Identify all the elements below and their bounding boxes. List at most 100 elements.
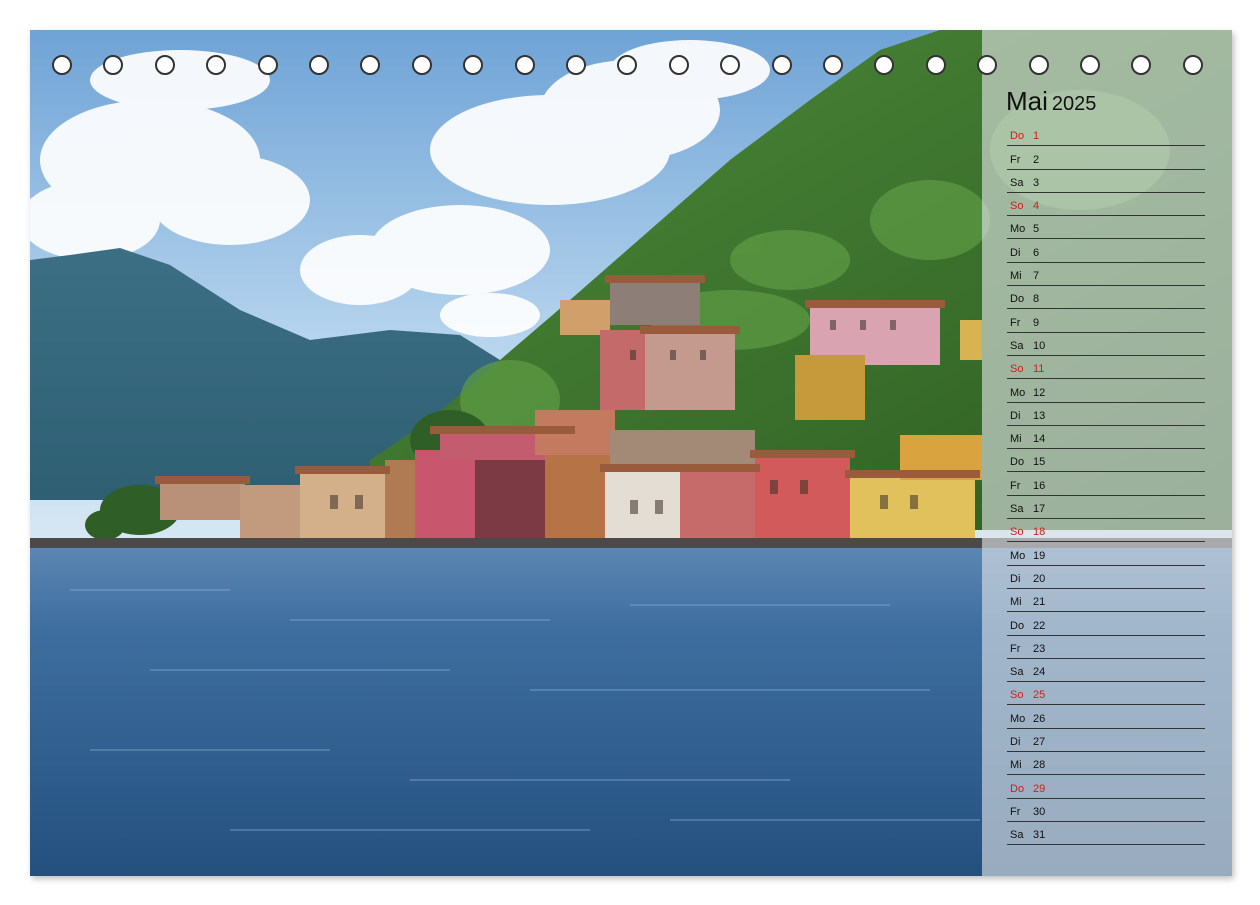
binding-ring xyxy=(1080,55,1100,75)
day-number: 13 xyxy=(1033,409,1046,422)
day-number: 2 xyxy=(1033,153,1040,166)
weekday-label: So xyxy=(1010,689,1024,702)
day-number: 19 xyxy=(1033,549,1046,562)
day-number: 28 xyxy=(1033,759,1046,772)
weekday-label: Di xyxy=(1010,572,1021,585)
day-number: 6 xyxy=(1033,246,1040,259)
day-row: So 11 xyxy=(1007,356,1205,380)
day-row: Do 29 xyxy=(1007,775,1205,799)
binding-ring xyxy=(360,55,381,75)
binding-ring xyxy=(103,55,124,75)
binding-ring xyxy=(617,55,638,75)
weekday-label: Mo xyxy=(1010,223,1026,236)
day-number: 12 xyxy=(1033,386,1046,399)
day-row: Fr 2 xyxy=(1007,146,1205,170)
day-number: 23 xyxy=(1033,642,1046,655)
month-title: Mai 2025 xyxy=(1006,86,1096,117)
calendar-page: Mai 2025 Do 1 Fr 2 Sa 3 So 4 Mo 5 Di 6 Mi 7 Do 8 Fr 9 Sa 10 S… xyxy=(30,30,1232,876)
weekday-label: So xyxy=(1010,526,1024,539)
binding-ring xyxy=(566,55,586,75)
day-row: Mo 26 xyxy=(1007,705,1205,729)
day-number: 15 xyxy=(1033,456,1046,469)
binding-ring xyxy=(823,55,843,75)
day-row: Di 13 xyxy=(1007,403,1205,426)
weekday-label: Do xyxy=(1010,130,1025,143)
weekday-label: Fr xyxy=(1010,316,1021,329)
day-row: Do 15 xyxy=(1007,449,1205,473)
binding-ring xyxy=(257,55,278,75)
day-number: 30 xyxy=(1033,805,1046,818)
binding-ring xyxy=(411,55,432,75)
day-number: 27 xyxy=(1033,736,1046,749)
day-number: 7 xyxy=(1033,270,1040,283)
day-number: 16 xyxy=(1033,479,1046,492)
day-row: Do 22 xyxy=(1007,612,1205,636)
weekday-label: Mo xyxy=(1010,549,1026,562)
binding-ring xyxy=(154,55,175,75)
day-row: Do 8 xyxy=(1007,286,1205,310)
day-number: 22 xyxy=(1033,619,1046,632)
weekday-label: Mi xyxy=(1010,759,1022,772)
weekday-label: Sa xyxy=(1010,339,1024,352)
weekday-label: Sa xyxy=(1010,176,1024,189)
weekday-label: Do xyxy=(1010,782,1025,795)
day-number: 31 xyxy=(1033,829,1046,842)
day-row: Mi 21 xyxy=(1007,589,1205,613)
day-row: Mo 5 xyxy=(1007,216,1205,240)
month-name: Mai xyxy=(1006,86,1048,116)
weekday-label: Sa xyxy=(1010,666,1024,679)
day-row: Do 1 xyxy=(1007,123,1205,147)
day-row: Fr 9 xyxy=(1007,309,1205,333)
binding-ring xyxy=(925,55,946,75)
weekday-label: Do xyxy=(1010,293,1025,306)
binding-ring xyxy=(720,55,741,75)
weekday-label: Mi xyxy=(1010,433,1022,446)
weekday-label: Fr xyxy=(1010,805,1021,818)
binding-ring xyxy=(874,55,895,75)
weekday-label: Sa xyxy=(1010,829,1024,842)
weekday-label: Do xyxy=(1010,456,1025,469)
day-number: 20 xyxy=(1033,572,1046,585)
binding-ring xyxy=(1182,55,1203,75)
binding-ring xyxy=(668,55,689,75)
weekday-label: So xyxy=(1010,363,1024,376)
day-row: Sa 17 xyxy=(1007,496,1205,520)
binding-ring xyxy=(309,55,329,75)
binding-ring xyxy=(463,55,484,75)
weekday-label: Mi xyxy=(1010,270,1022,283)
day-number: 29 xyxy=(1033,782,1046,795)
day-number: 11 xyxy=(1033,363,1045,376)
day-row: Mo 12 xyxy=(1007,379,1205,403)
day-number: 18 xyxy=(1033,526,1046,539)
weekday-label: Mi xyxy=(1010,596,1022,609)
day-number: 17 xyxy=(1033,503,1046,516)
weekday-label: Fr xyxy=(1010,153,1021,166)
binding-ring xyxy=(1028,55,1049,75)
day-row: Di 20 xyxy=(1007,566,1205,589)
day-row: So 18 xyxy=(1007,519,1205,543)
day-row: Mi 7 xyxy=(1007,263,1205,287)
day-row: Mi 14 xyxy=(1007,426,1205,450)
weekday-label: Di xyxy=(1010,246,1021,259)
day-list: Do 1 Fr 2 Sa 3 So 4 Mo 5 Di 6 Mi 7 Do 8 Fr 9 Sa 10 So 11 Mo 12 D… xyxy=(1007,123,1205,846)
day-row: Di 6 xyxy=(1007,239,1205,263)
month-year: 2025 xyxy=(1051,93,1097,115)
binding-ring xyxy=(977,55,998,75)
weekday-label: Mo xyxy=(1010,386,1026,399)
day-row: Fr 30 xyxy=(1007,799,1205,822)
binding-ring xyxy=(206,55,227,75)
weekday-label: Do xyxy=(1010,619,1025,632)
weekday-label: So xyxy=(1010,200,1024,213)
day-row: Mi 28 xyxy=(1007,752,1205,776)
day-number: 4 xyxy=(1033,200,1040,213)
day-number: 1 xyxy=(1033,130,1040,143)
binding-ring xyxy=(514,55,535,75)
day-number: 10 xyxy=(1033,339,1046,352)
day-row: Sa 24 xyxy=(1007,659,1205,683)
day-number: 5 xyxy=(1033,223,1040,236)
binding-ring xyxy=(1131,55,1152,75)
weekday-label: Di xyxy=(1010,409,1021,422)
binding-ring xyxy=(52,55,72,75)
day-row: Sa 10 xyxy=(1007,333,1205,356)
day-number: 8 xyxy=(1033,293,1040,306)
